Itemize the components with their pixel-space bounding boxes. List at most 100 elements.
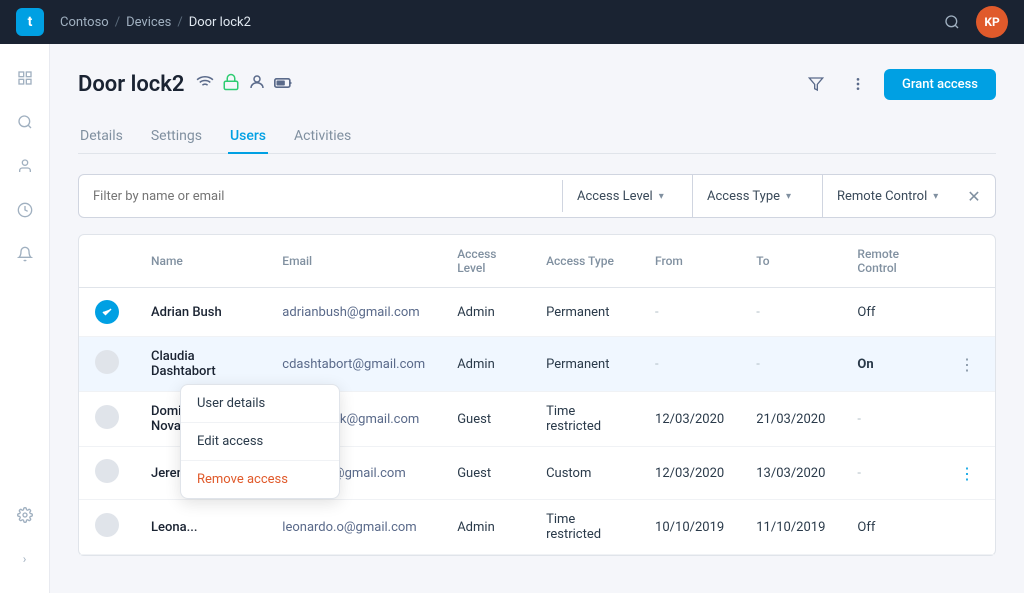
page-title: Door lock2 [78,72,184,97]
access-type-dropdown[interactable]: Access Type ▾ [693,175,823,217]
access-level: Admin [441,337,530,392]
access-type: Permanent [530,288,639,337]
sidebar-item-grid[interactable] [7,60,43,96]
user-email: adrianbush@gmail.com [266,288,441,337]
col-header-from: From [639,235,740,288]
filter-button[interactable] [800,68,832,100]
user-avatar-claudia [95,350,119,374]
bell-nav-icon [17,246,33,262]
access-level: Guest [441,392,530,447]
search-nav-icon [17,114,33,130]
page-title-area: Door lock2 [78,72,294,97]
user-avatar[interactable]: KP [976,6,1008,38]
battery-icon [274,75,294,94]
row-more-button[interactable]: ⋮ [955,355,979,374]
tab-details[interactable]: Details [78,120,125,154]
access-level: Admin [441,288,530,337]
user-avatar-jeremi [95,459,119,483]
wifi-icon [196,73,214,95]
to-date: - [740,288,841,337]
tab-users[interactable]: Users [228,120,268,154]
search-input[interactable] [79,179,562,214]
grid-icon [17,70,33,86]
user-name: Claudia Dashtabort [151,349,250,379]
access-type: Time restricted [530,392,639,447]
remote-control: On [841,337,939,392]
page-header: Door lock2 [78,68,996,100]
context-menu-user-details[interactable]: User details [181,385,339,422]
col-header-remote-control: Remote Control [841,235,939,288]
sidebar-item-users[interactable] [7,148,43,184]
access-level: Admin [441,500,530,555]
to-date: 13/03/2020 [740,447,841,500]
top-navigation: t Contoso / Devices / Door lock2 KP [0,0,1024,44]
from-date: 12/03/2020 [639,392,740,447]
col-header-email: Email [266,235,441,288]
grant-access-button[interactable]: Grant access [884,69,996,100]
user-name: Adrian Bush [151,305,222,320]
clock-nav-icon [17,202,33,218]
col-header-access-type: Access Type [530,235,639,288]
sidebar-item-activity[interactable] [7,192,43,228]
search-icon [944,14,960,30]
gear-nav-icon [17,507,33,523]
remote-control: Off [841,288,939,337]
filter-icon [808,76,824,92]
sidebar-expand-button[interactable]: › [7,541,43,577]
tab-bar: Details Settings Users Activities [78,120,996,154]
access-type: Permanent [530,337,639,392]
remote-control: - [841,447,939,500]
filter-close-button[interactable]: ✕ [953,175,995,217]
search-button[interactable] [936,6,968,38]
filter-bar: Access Level ▾ Access Type ▾ Remote Cont… [78,174,996,218]
context-menu-remove-access[interactable]: Remove access [181,461,339,498]
breadcrumb-contoso[interactable]: Contoso [60,15,109,30]
remote-control: Off [841,500,939,555]
user-nav-icon [17,158,33,174]
device-icons [196,73,294,95]
table-row: Leona... leonardo.o@gmail.com Admin Time… [79,500,995,555]
user-email: leonardo.o@gmail.com [266,500,441,555]
from-date: - [639,288,740,337]
col-header-actions [939,235,995,288]
breadcrumb-devices[interactable]: Devices [126,15,171,30]
main-content: Door lock2 [50,44,1024,593]
sidebar: › [0,44,50,593]
table-row: Adrian Bush adrianbush@gmail.com Admin P… [79,288,995,337]
context-menu: User details Edit access Remove access [180,384,340,499]
remote-control: - [841,392,939,447]
access-level-dropdown[interactable]: Access Level ▾ [563,175,693,217]
chevron-down-icon: ▾ [786,191,791,202]
col-header-access-level: Access Level [441,235,530,288]
chevron-down-icon: ▾ [933,191,938,202]
lock-icon [222,73,240,95]
user-avatar-dominic [95,405,119,429]
chevron-down-icon: ▾ [659,191,664,202]
breadcrumb-current: Door lock2 [189,15,251,30]
from-date: - [639,337,740,392]
row-more-button[interactable]: ⋮ [955,464,979,483]
to-date: 21/03/2020 [740,392,841,447]
context-menu-edit-access[interactable]: Edit access [181,423,339,460]
more-options-button[interactable] [842,68,874,100]
user-name: Leona... [151,520,197,535]
sidebar-item-notifications[interactable] [7,236,43,272]
access-level: Guest [441,447,530,500]
tab-settings[interactable]: Settings [149,120,204,154]
remote-control-dropdown[interactable]: Remote Control ▾ [823,175,953,217]
sidebar-item-search[interactable] [7,104,43,140]
access-type: Custom [530,447,639,500]
access-type: Time restricted [530,500,639,555]
header-actions: Grant access [800,68,996,100]
from-date: 10/10/2019 [639,500,740,555]
col-header-to: To [740,235,841,288]
more-vertical-icon [850,76,866,92]
to-date: 11/10/2019 [740,500,841,555]
person-icon [248,73,266,95]
to-date: - [740,337,841,392]
sidebar-item-settings[interactable] [7,497,43,533]
breadcrumb: Contoso / Devices / Door lock2 [60,15,251,30]
col-header-name: Name [135,235,266,288]
tab-activities[interactable]: Activities [292,120,353,154]
from-date: 12/03/2020 [639,447,740,500]
